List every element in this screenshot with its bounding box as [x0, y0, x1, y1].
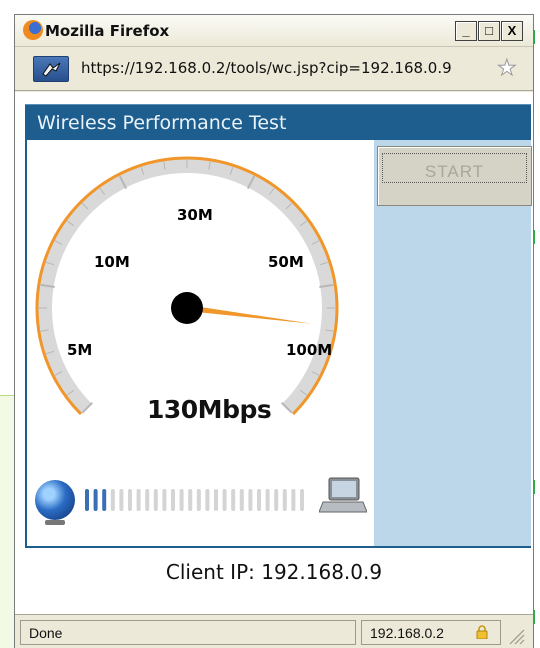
gauge-label: 10M [94, 253, 130, 271]
gauge-arc [35, 156, 339, 416]
bookmark-star-icon[interactable]: ★ [497, 55, 518, 81]
maximize-button[interactable]: □ [478, 21, 500, 41]
gauge-needle [186, 305, 313, 324]
gauge-ring [38, 159, 336, 414]
signal-progress-bars [85, 489, 304, 511]
browser-window: Mozilla Firefox _ □ X https://192.168.0.… [14, 14, 534, 648]
signal-bar [171, 489, 175, 511]
signal-bar [136, 489, 141, 511]
client-ip-text: Client IP: 192.168.0.9 [165, 560, 383, 584]
firefox-logo-icon [23, 20, 43, 40]
signal-bar [214, 489, 218, 511]
signal-bar [119, 489, 124, 511]
signal-bar [239, 489, 244, 511]
signal-bar [282, 489, 287, 511]
signal-bar [196, 489, 201, 511]
laptop-icon [319, 477, 367, 513]
app-body: 5M 10M 30M 50M 100M 130Mbps START [25, 140, 532, 548]
status-text: Done [20, 620, 356, 645]
site-identity-button[interactable] [33, 56, 69, 82]
status-host-panel[interactable]: 192.168.0.2 [361, 620, 501, 645]
gauge-label-5M: 5M [67, 341, 92, 359]
signal-bar [257, 489, 261, 511]
signal-bar [222, 489, 227, 511]
lock-icon[interactable] [476, 625, 488, 639]
signal-bar [265, 489, 270, 511]
minimize-button[interactable]: _ [455, 21, 477, 41]
app-title: Wireless Performance Test [37, 112, 287, 134]
resize-grip-icon[interactable] [507, 627, 525, 645]
gauge-hub [171, 292, 203, 324]
status-host-text: 192.168.0.2 [370, 625, 444, 641]
signal-bar [300, 489, 304, 511]
page-content: Wireless Performance Test 5M 10M 30M 50M… [15, 92, 533, 614]
signal-bar [110, 489, 115, 511]
speed-readout: 130Mbps [147, 395, 272, 424]
signal-bar [128, 489, 132, 511]
signal-bar [248, 489, 253, 511]
focus-outline [382, 153, 527, 183]
signal-bar [274, 489, 279, 511]
title-bar[interactable]: Mozilla Firefox _ □ X [15, 15, 533, 47]
window-title: Mozilla Firefox [45, 22, 170, 40]
signal-bar [291, 489, 296, 511]
signal-bar [179, 489, 184, 511]
signal-bar [162, 489, 167, 511]
signal-bar [153, 489, 158, 511]
signal-bar [205, 489, 210, 511]
close-button[interactable]: X [501, 21, 523, 41]
signal-bar [93, 489, 98, 511]
app-header: Wireless Performance Test [25, 104, 531, 140]
gauge-label: 5M [67, 341, 92, 359]
gauge-label: 30M [177, 206, 213, 224]
globe-icon [35, 480, 75, 525]
side-panel: START [374, 140, 532, 546]
status-bar: Done 192.168.0.2 [15, 614, 533, 648]
site-identity-icon [42, 62, 61, 77]
start-button[interactable]: START [377, 146, 532, 206]
gauge-label: 50M [268, 253, 304, 271]
url-field[interactable]: https://192.168.0.2/tools/wc.jsp?cip=192… [81, 59, 452, 77]
signal-bar [102, 489, 107, 511]
signal-bar [145, 489, 150, 511]
signal-bar [85, 489, 89, 511]
address-bar: https://192.168.0.2/tools/wc.jsp?cip=192… [15, 47, 533, 91]
signal-bar [188, 489, 193, 511]
gauge-label: 100M [286, 341, 332, 359]
signal-bar [231, 489, 236, 511]
